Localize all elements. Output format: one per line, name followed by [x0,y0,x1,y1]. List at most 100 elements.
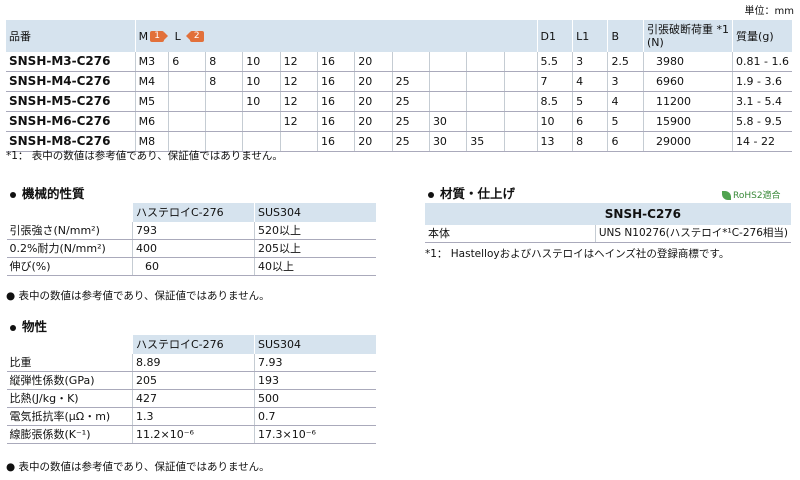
property-value: 40以上 [254,257,376,276]
property-value: 60 [132,257,255,276]
l1-value: 6 [572,111,608,132]
b-value: 5 [607,111,644,132]
part-number: SNSH-M3-C276 [6,52,136,72]
thread-size: M6 [134,111,169,132]
thread-size: M4 [134,71,169,92]
length-option: 10 [242,71,281,92]
d1-value: 10 [536,111,573,132]
material-header: SNSH-C276 [425,203,791,225]
length-option: 10 [242,91,281,112]
header-m-l: M1 L 2 [134,20,538,52]
phys-table: ハステロイC-276 SUS304 比重 8.89 7.93 縦弾性係数(GPa) 205… [6,335,376,444]
header-d1: D1 [536,20,573,52]
table-row: 比熱(J/kg・K) 427 500 [6,389,376,408]
length-option [503,91,538,112]
length-option: 25 [391,91,430,112]
badge-2: 2 [185,31,204,42]
property-value: 8.89 [132,354,255,372]
length-option: 12 [279,91,318,112]
d1-value: 5.5 [536,52,573,72]
part-number: SNSH-M4-C276 [6,71,136,92]
mech-note: ● 表中の数値は参考値であり、保証値ではありません。 [6,290,270,302]
length-option [391,52,430,72]
d1-value: 13 [536,131,573,152]
badge-1: 1 [150,31,169,42]
length-option [466,52,505,72]
mech-title: 機械的性質 [10,183,85,202]
header-tensile: 引張破断荷重 *1 (N) [642,20,733,52]
material-row-value: UNS N10276(ハステロイ*¹C-276相当) [594,225,791,243]
table-row: 縦弾性係数(GPa) 205 193 [6,371,376,390]
property-label: 引張強さ(N/mm²) [6,222,133,240]
length-option: 25 [391,111,430,132]
l1-value: 8 [572,131,608,152]
length-option: 10 [242,52,281,72]
length-option [503,71,538,92]
header-l: L [174,29,181,43]
rohs-badge: RoHS2適合 [722,188,781,201]
spec-table: 品番 M1 L 2 D1 L1 B 引張破断荷重 *1 (N) 質量(g) SNS… [6,20,792,152]
property-value: 7.93 [254,354,376,372]
thread-size: M3 [134,52,169,72]
property-value: 0.7 [254,407,376,426]
thread-size: M5 [134,91,169,112]
length-option: 30 [428,131,467,152]
phys-note: ● 表中の数値は参考値であり、保証値ではありません。 [6,461,270,473]
tensile-value: 29000 [642,131,733,152]
bullet-icon [10,324,16,331]
length-option: 20 [354,91,393,112]
length-option [168,71,206,92]
table-row: SNSH-M5-C276 M5 10 12 16 20 25 8.5 5 4 11200 3.1 - … [6,91,792,112]
l1-value: 3 [572,52,608,72]
property-value: 11.2×10⁻⁶ [132,425,255,444]
length-option [466,111,505,132]
spec-header-row: 品番 M1 L 2 D1 L1 B 引張破断荷重 *1 (N) 質量(g) [6,20,792,52]
property-value: 427 [132,389,255,408]
d1-value: 7 [536,71,573,92]
table-row: 引張強さ(N/mm²) 793 520以上 [6,222,376,240]
property-value: 1.3 [132,407,255,426]
tensile-value: 15900 [642,111,733,132]
property-label: 線膨張係数(K⁻¹) [6,425,133,444]
tensile-value: 3980 [642,52,733,72]
mech-col-hastelloy: ハステロイC-276 [132,203,255,222]
length-option [205,91,243,112]
length-option: 20 [354,52,393,72]
property-value: 400 [132,239,255,258]
length-option [466,71,505,92]
table-row: SNSH-M3-C276 M3 6 8 10 12 16 20 5.5 3 2.5 3980 0.81 … [6,52,792,72]
length-option: 25 [391,131,430,152]
property-value: 205 [132,371,255,390]
property-label: 伸び(%) [6,257,133,276]
b-value: 2.5 [607,52,644,72]
property-label: 比重 [6,354,133,372]
length-option: 35 [466,131,505,152]
property-label: 比熱(J/kg・K) [6,389,133,408]
bullet-icon [10,191,16,198]
table-row: 線膨張係数(K⁻¹) 11.2×10⁻⁶ 17.3×10⁻⁶ [6,425,376,444]
length-option: 30 [428,111,467,132]
length-option [242,111,281,132]
length-option: 16 [316,91,355,112]
phys-col-sus304: SUS304 [254,335,376,354]
unit-label: 単位：mm [744,6,794,17]
material-note: *1： Hastelloyおよびハステロイはヘインズ社の登録商標です。 [425,248,730,260]
material-table: SNSH-C276 本体 UNS N10276(ハステロイ*¹C-276相当) [425,203,791,243]
b-value: 3 [607,71,644,92]
phys-title: 物性 [10,316,47,335]
length-option: 12 [279,71,318,92]
length-option: 25 [391,71,430,92]
tensile-value: 6960 [642,71,733,92]
table-row: 比重 8.89 7.93 [6,354,376,372]
property-label: 0.2%耐力(N/mm²) [6,239,133,258]
length-option [428,71,467,92]
length-option: 16 [316,131,355,152]
l1-value: 5 [572,91,608,112]
header-m: M [138,29,149,43]
l1-value: 4 [572,71,608,92]
length-option [279,131,318,152]
length-option [428,91,467,112]
property-value: 193 [254,371,376,390]
mass-value: 5.8 - 9.5 [732,111,792,132]
table-row: SNSH-M6-C276 M6 12 16 20 25 30 10 6 5 15900 5.8 - 9… [6,111,792,132]
